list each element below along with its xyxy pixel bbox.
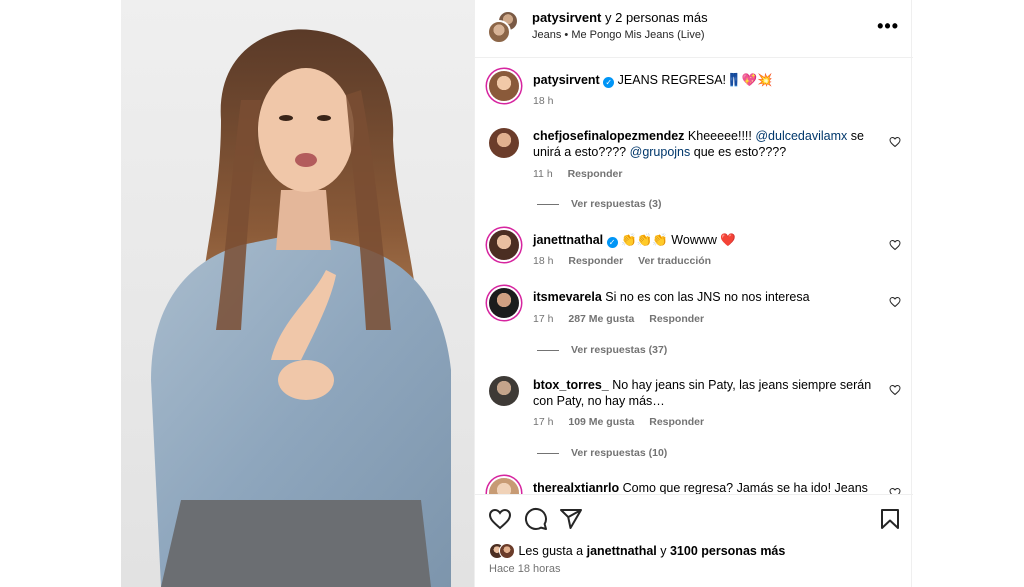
reply-button[interactable]: Responder: [568, 255, 623, 267]
comment-meta: 17 h 109 Me gusta Responder: [533, 416, 716, 428]
post-caption: patysirvent ✓ JEANS REGRESA!👖💖💥: [533, 72, 883, 88]
mention-link[interactable]: @grupojns: [630, 145, 691, 159]
comment-text: btox_torres_ No hay jeans sin Paty, las …: [533, 377, 873, 409]
author-username-link[interactable]: patysirvent: [532, 10, 601, 25]
avatar[interactable]: [489, 71, 519, 101]
caption-time[interactable]: 18 h: [533, 95, 553, 107]
comment-body: Como que regresa? Jamás se ha ido! Jeans: [622, 481, 868, 494]
avatar: [499, 543, 515, 559]
caption-username-link[interactable]: patysirvent: [533, 73, 600, 87]
comment-text: therealxtianrlo Como que regresa? Jamás …: [533, 480, 873, 494]
reply-button[interactable]: Responder: [649, 313, 704, 325]
comment-body: Si no es con las JNS no nos interesa: [605, 290, 810, 304]
post-media-video[interactable]: [121, 0, 474, 587]
like-comment-heart-icon[interactable]: [889, 384, 901, 396]
comment-text: janettnathal ✓ 👏👏👏 Wowww ❤️: [533, 232, 873, 248]
comment-meta: 11 h Responder: [533, 168, 634, 180]
avatar[interactable]: [489, 288, 519, 318]
comment-username-link[interactable]: janettnathal: [533, 233, 603, 247]
comment-time[interactable]: 17 h: [533, 313, 553, 325]
liker-username-link[interactable]: janettnathal: [587, 544, 657, 558]
likes-prefix: Les gusta a: [518, 544, 584, 558]
comments-list[interactable]: patysirvent ✓ JEANS REGRESA!👖💖💥 18 h che…: [475, 58, 913, 494]
comment-username-link[interactable]: btox_torres_: [533, 378, 609, 392]
comment-body: 👏👏👏 Wowww ❤️: [621, 233, 736, 247]
view-replies-button[interactable]: Ver respuestas (3): [537, 198, 661, 210]
woman-portrait-image: [121, 0, 474, 587]
divider: [537, 203, 559, 205]
avatar: [487, 20, 511, 44]
post-authors: patysirvent y 2 personas más: [532, 10, 708, 25]
comment-time[interactable]: 11 h: [533, 168, 553, 180]
comment-time[interactable]: 17 h: [533, 416, 553, 428]
comment-body: que es esto????: [693, 145, 787, 159]
see-translation-button[interactable]: Ver traducción: [638, 255, 711, 267]
instagram-post-view: patysirvent y 2 personas más Jeans • Me …: [0, 0, 1024, 587]
comment-username-link[interactable]: therealxtianrlo: [533, 481, 619, 494]
comment-likes-count[interactable]: 287 Me gusta: [568, 313, 634, 325]
post-header: patysirvent y 2 personas más Jeans • Me …: [475, 0, 913, 58]
avatar[interactable]: [489, 376, 519, 406]
like-comment-heart-icon[interactable]: [889, 239, 901, 251]
like-comment-heart-icon[interactable]: [889, 296, 901, 308]
view-replies-label: Ver respuestas (37): [571, 344, 668, 356]
avatar[interactable]: [489, 478, 519, 494]
comment-username-link[interactable]: chefjosefinalopezmendez: [533, 129, 684, 143]
likes-mid: y: [660, 544, 667, 558]
post-details-panel: patysirvent y 2 personas más Jeans • Me …: [474, 0, 913, 587]
mention-link[interactable]: @dulcedavilamx: [755, 129, 847, 143]
verified-badge-icon: ✓: [603, 77, 615, 88]
coauthors-link[interactable]: y 2 personas más: [605, 10, 708, 25]
comment-meta: 17 h 287 Me gusta Responder: [533, 313, 716, 325]
comment-text: itsmevarela Si no es con las JNS no nos …: [533, 289, 873, 305]
view-replies-button[interactable]: Ver respuestas (37): [537, 344, 667, 356]
reply-button[interactable]: Responder: [568, 168, 623, 180]
bookmark-icon[interactable]: [878, 507, 902, 531]
heart-icon[interactable]: [488, 507, 512, 531]
audio-track-link[interactable]: Jeans • Me Pongo Mis Jeans (Live): [532, 29, 705, 41]
like-comment-heart-icon[interactable]: [889, 487, 901, 494]
more-options-icon[interactable]: •••: [877, 16, 899, 37]
view-replies-label: Ver respuestas (3): [571, 198, 662, 210]
caption-text: JEANS REGRESA!👖💖💥: [617, 73, 773, 87]
share-icon[interactable]: [559, 507, 583, 531]
post-likes-summary[interactable]: Les gusta a janettnathal y 3100 personas…: [489, 543, 785, 559]
avatar[interactable]: [489, 128, 519, 158]
view-replies-label: Ver respuestas (10): [571, 447, 668, 459]
comment-body: Kheeeee!!!!: [687, 129, 752, 143]
comment-likes-count[interactable]: 109 Me gusta: [568, 416, 634, 428]
reply-button[interactable]: Responder: [649, 416, 704, 428]
avatar[interactable]: [489, 230, 519, 260]
comment-meta: 18 h Responder Ver traducción: [533, 255, 723, 267]
author-avatars[interactable]: [487, 10, 521, 44]
post-timestamp[interactable]: Hace 18 horas: [489, 563, 561, 575]
likes-count-link[interactable]: 3100 personas más: [670, 544, 785, 558]
like-comment-heart-icon[interactable]: [889, 136, 901, 148]
divider: [537, 349, 559, 351]
comment-text: chefjosefinalopezmendez Kheeeee!!!! @dul…: [533, 128, 873, 160]
comment-icon[interactable]: [524, 507, 548, 531]
post-actions-bar: Les gusta a janettnathal y 3100 personas…: [475, 494, 913, 587]
comment-username-link[interactable]: itsmevarela: [533, 290, 602, 304]
comment-time[interactable]: 18 h: [533, 255, 553, 267]
view-replies-button[interactable]: Ver respuestas (10): [537, 447, 667, 459]
verified-badge-icon: ✓: [606, 237, 618, 248]
divider: [537, 452, 559, 454]
caption-meta: 18 h: [533, 95, 565, 107]
